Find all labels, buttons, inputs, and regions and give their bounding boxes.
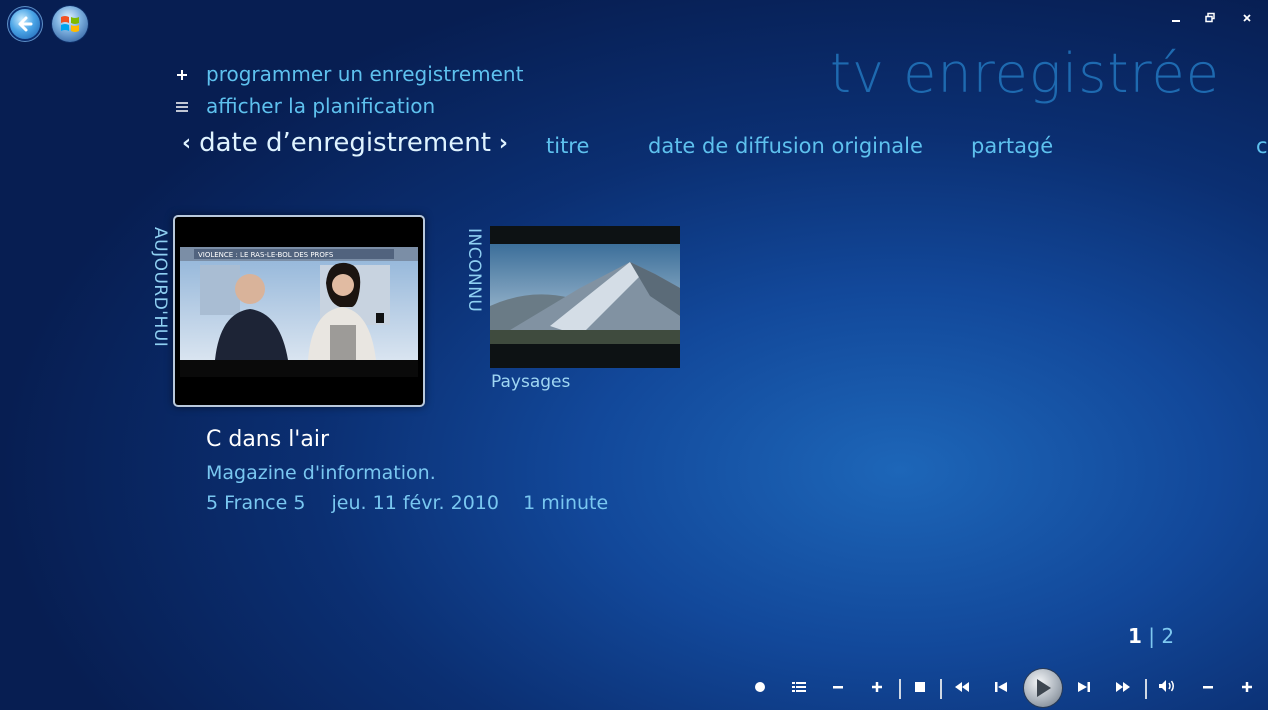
restore-icon [1205,12,1215,23]
record-date: jeu. 11 févr. 2010 [331,492,499,514]
separator [940,679,942,699]
tab-label: date d’enregistrement [199,128,491,158]
plus-icon [872,682,882,692]
selected-recording-details: 5 France 5 jeu. 11 févr. 2010 1 minute [206,492,608,514]
tab-title[interactable]: titre [546,134,589,158]
recording-title-paysages: Paysages [491,372,571,392]
mute-button[interactable] [1156,679,1178,701]
rewind-icon [955,682,969,692]
record-icon [755,682,765,692]
speaker-icon [1159,680,1174,692]
pager-separator: | [1148,624,1156,648]
stop-button[interactable] [909,679,931,701]
plus-icon [1242,682,1252,692]
minimize-button[interactable] [1168,12,1184,28]
back-arrow-icon [18,16,33,32]
record-button[interactable] [749,679,771,701]
skip-forward-button[interactable] [1073,679,1095,701]
pager-total[interactable]: 2 [1161,624,1174,648]
skip-forward-icon [1078,682,1090,692]
guide-button[interactable] [788,679,810,701]
group-label-today: AUJOURD'HUI [150,227,170,348]
windows-logo-icon [61,16,79,32]
minus-icon [833,686,843,689]
minus-icon [1203,686,1213,689]
recording-thumbnail-paysages[interactable] [490,226,680,368]
list-icon [174,94,190,118]
channel-down-button[interactable] [827,679,849,701]
tab-shared[interactable]: partagé [971,134,1053,158]
menu-item-label: programmer un enregistrement [206,62,524,86]
menu-item-show-schedule[interactable]: afficher la planification [174,94,435,118]
pager: 1 | 2 [1128,624,1174,648]
page-title: tv enregistrée [829,42,1220,105]
rewind-button[interactable] [951,679,973,701]
volume-up-button[interactable] [1236,679,1258,701]
selected-recording-description: Magazine d'information. [206,462,436,484]
fast-forward-icon [1116,682,1130,692]
tab-recording-date[interactable]: ‹ date d’enregistrement › [182,128,516,158]
stop-icon [915,682,925,692]
recording-thumbnail-selected[interactable]: VIOLENCE : LE RAS-LE-BOL DES PROFS [175,217,423,405]
tv-show-image: VIOLENCE : LE RAS-LE-BOL DES PROFS [180,225,418,377]
channel-up-button[interactable] [866,679,888,701]
menu-item-label: afficher la planification [206,94,436,118]
skip-back-button[interactable] [990,679,1012,701]
back-button[interactable] [10,9,40,39]
close-button[interactable] [1239,12,1255,28]
restore-button[interactable] [1202,12,1218,28]
separator [1145,679,1147,699]
play-button[interactable] [1024,669,1062,707]
fast-forward-button[interactable] [1112,679,1134,701]
play-icon [1037,679,1051,697]
chevron-right-icon[interactable]: › [499,131,508,156]
thumb-caption: VIOLENCE : LE RAS-LE-BOL DES PROFS [198,251,334,259]
duration: 1 minute [523,492,609,514]
landscape-image [490,226,680,368]
close-icon [1243,14,1251,22]
volume-down-button[interactable] [1197,679,1219,701]
tab-overflow-partial[interactable]: c [1256,134,1268,158]
chevron-left-icon[interactable]: ‹ [182,131,191,156]
selected-recording-title: C dans l'air [206,427,329,452]
minimize-icon [1172,20,1180,22]
plus-icon [174,62,190,86]
skip-back-icon [995,682,1007,692]
list-icon [792,682,806,692]
pager-current: 1 [1128,624,1142,648]
group-label-unknown: INCONNU [464,228,484,313]
menu-item-schedule-recording[interactable]: programmer un enregistrement [174,62,523,86]
separator [899,679,901,699]
tab-original-air-date[interactable]: date de diffusion originale [648,134,923,158]
windows-start-button[interactable] [52,6,88,42]
channel: 5 France 5 [206,492,306,514]
